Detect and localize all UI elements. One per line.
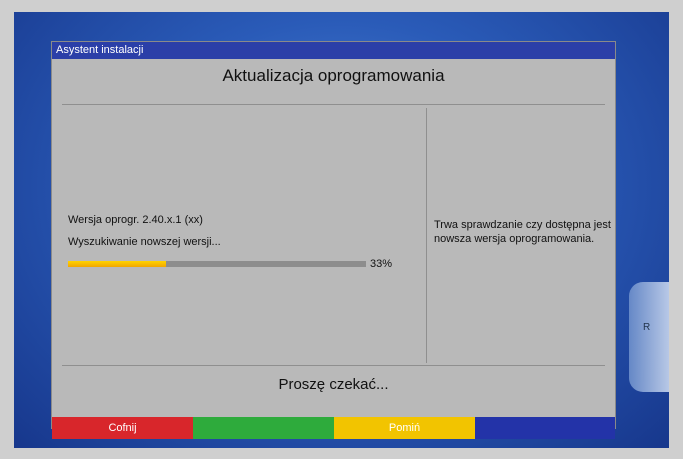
divider-bottom: [62, 365, 605, 366]
progress-panel: Wersja oprogr. 2.40.x.1 (xx) Wyszukiwani…: [68, 214, 408, 270]
search-status-label: Wyszukiwanie nowszej wersji...: [68, 236, 221, 248]
divider-vertical: [426, 108, 427, 363]
divider-top: [62, 104, 605, 105]
blue-button[interactable]: [475, 417, 615, 439]
please-wait-label: Proszę czekać...: [278, 376, 389, 393]
progress-percent: 33%: [370, 258, 393, 270]
page-title: Aktualizacja oprogramowania: [222, 66, 445, 85]
back-button[interactable]: Cofnij: [52, 417, 193, 439]
progress-bar: 33%: [68, 258, 408, 270]
dialog-title: Asystent instalacji: [52, 42, 615, 59]
color-button-bar: Cofnij Pomiń: [52, 417, 615, 439]
info-text: Trwa sprawdzanie czy dostępna jest nowsz…: [434, 219, 611, 245]
tv-bezel: R Asystent instalacji Aktualizacja oprog…: [0, 0, 683, 459]
skip-button[interactable]: Pomiń: [334, 417, 475, 439]
background-remote-graphic: R: [629, 282, 669, 392]
software-version-label: Wersja oprogr. 2.40.x.1 (xx): [68, 214, 203, 226]
green-button[interactable]: [193, 417, 334, 439]
progress-track: [68, 261, 366, 267]
installation-wizard-dialog: Asystent instalacji Aktualizacja oprogra…: [52, 42, 615, 439]
progress-fill: [68, 261, 167, 267]
